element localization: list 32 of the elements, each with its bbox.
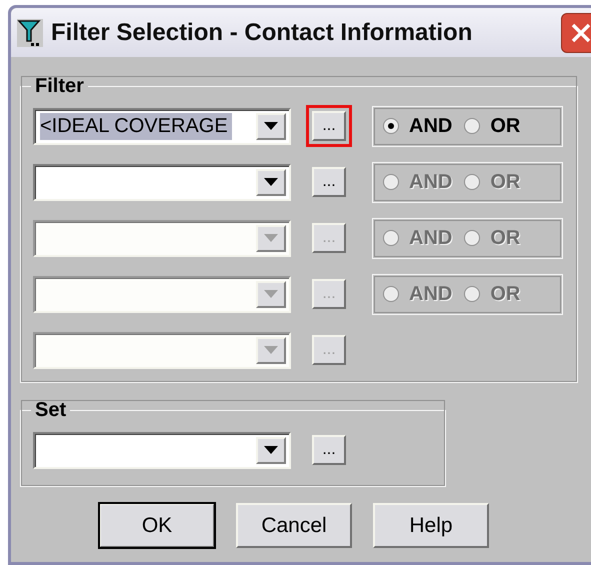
dialog-button[interactable]: OK — [99, 503, 215, 548]
dialog-button[interactable]: Cancel — [236, 503, 352, 548]
radio-label: OR — [490, 282, 520, 306]
group-title: Set — [34, 399, 68, 422]
browse-button[interactable]: ... — [312, 167, 346, 197]
browse-button[interactable]: ... — [312, 111, 346, 141]
radio-label: AND — [409, 114, 452, 138]
dropdown-field[interactable] — [33, 164, 291, 200]
radio-button[interactable] — [464, 118, 480, 134]
group-title: Filter — [34, 75, 85, 98]
dropdown-field[interactable]: <IDEAL COVERAGE — [33, 108, 291, 144]
dropdown-arrow-icon — [264, 122, 278, 130]
browse-button[interactable]: ... — [312, 435, 346, 465]
dialog-button[interactable]: Help — [373, 503, 489, 548]
dropdown-field[interactable] — [33, 432, 291, 468]
radio-label: OR — [490, 114, 520, 138]
radio-label: OR — [490, 170, 520, 194]
radio-button[interactable] — [383, 118, 399, 134]
radio-label: OR — [490, 226, 520, 250]
close-icon — [570, 22, 591, 44]
window-title: Filter Selection - Contact Information — [51, 18, 474, 46]
dropdown-arrow-icon — [264, 178, 278, 186]
radio-label: AND — [409, 282, 452, 306]
dropdown-arrow-icon — [264, 346, 278, 354]
funnel-icon — [17, 18, 43, 46]
dropdown-arrow-icon — [264, 290, 278, 298]
radio-label: AND — [409, 226, 452, 250]
dropdown-arrow-icon — [264, 234, 278, 242]
dropdown-arrow-icon — [264, 446, 278, 454]
dropdown-value: <IDEAL COVERAGE — [40, 112, 232, 140]
close-button[interactable] — [561, 12, 591, 52]
radio-label: AND — [409, 170, 452, 194]
